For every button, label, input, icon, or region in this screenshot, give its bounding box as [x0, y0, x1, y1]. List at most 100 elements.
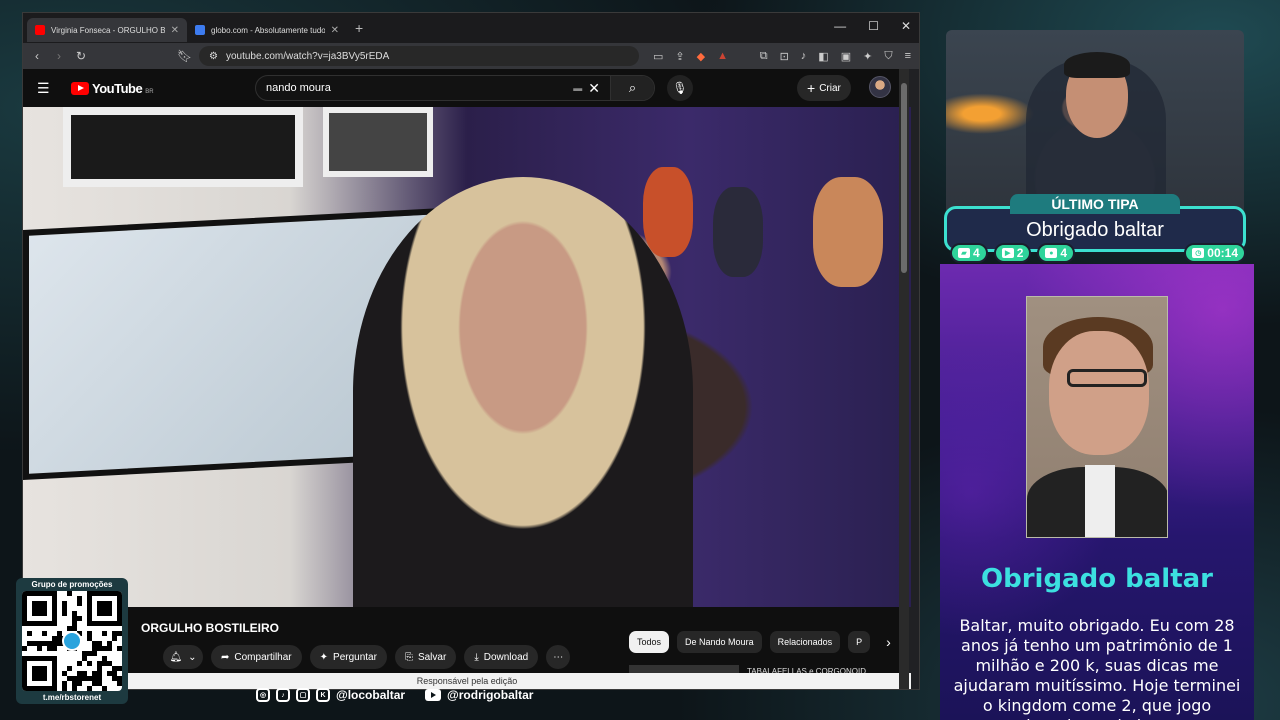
qr-finder-module [32, 601, 47, 616]
stat-chat: ▰ 4 [950, 243, 988, 263]
site-info-icon[interactable]: ⚙ [209, 51, 218, 62]
stat-value: 4 [1060, 246, 1068, 260]
tiktok-icon: ♪ [276, 688, 290, 702]
hamburger-menu-icon[interactable]: ☰ [37, 80, 57, 97]
chip-from-channel[interactable]: De Nando Moura [677, 631, 762, 653]
wallet-icon[interactable]: ▣ [841, 50, 851, 63]
voice-search-icon[interactable]: 🎙︎ [667, 75, 693, 101]
address-bar: ‹ › ↻ 🔖︎ ⚙ youtube.com/watch?v=ja3BVy5rE… [23, 43, 919, 69]
cast-icon[interactable]: ▭ [653, 50, 663, 63]
qr-module [117, 666, 122, 671]
video-player[interactable] [23, 107, 911, 607]
back-icon[interactable]: ‹ [31, 49, 43, 63]
create-label: Criar [819, 82, 841, 94]
qr-module [117, 646, 122, 651]
ask-button[interactable]: ✦ Perguntar [309, 645, 387, 669]
chevron-right-icon[interactable]: › [886, 634, 891, 650]
qr-finder-module [32, 666, 47, 681]
menu-icon[interactable]: ≡ [905, 50, 911, 63]
stream-stats: ▰ 4 ▶ 2 ● 4 ◷ 00:14 [950, 242, 1246, 264]
brave-shield-icon[interactable]: ◆ [697, 50, 705, 63]
share-label: Compartilhar [234, 651, 292, 663]
vpn-icon[interactable]: ⛉ [884, 50, 892, 63]
forward-icon[interactable]: › [53, 49, 65, 63]
mic-icon: ● [1045, 248, 1058, 258]
close-tab-icon[interactable]: ✕ [171, 25, 179, 36]
rewards-icon[interactable]: ▲ [717, 50, 728, 63]
search-button[interactable]: ⌕ [610, 76, 654, 100]
tip-meme-image [1026, 296, 1168, 538]
video-scene-guitar [713, 187, 763, 277]
qr-module [62, 686, 67, 691]
stat-value: 4 [973, 246, 980, 260]
qr-module [67, 666, 72, 671]
tip-message-body: Baltar, muito obrigado. Eu com 28 anos j… [953, 616, 1241, 720]
bell-icon: 🔔︎ [169, 651, 183, 663]
share-arrow-icon: ➦ [221, 651, 230, 663]
qr-module [117, 631, 122, 636]
globo-favicon-icon [195, 25, 205, 35]
screenshot-icon[interactable]: ⊡ [780, 50, 789, 63]
video-scene-frame [323, 107, 433, 177]
reload-icon[interactable]: ↻ [75, 49, 87, 63]
stat-timer: ◷ 00:14 [1184, 243, 1246, 263]
avatar[interactable] [869, 76, 891, 98]
window-controls: — ☐ ✕ [834, 19, 911, 33]
chip-related[interactable]: Relacionados [769, 631, 841, 653]
qr-finder-module [97, 601, 112, 616]
qr-module [37, 646, 42, 651]
youtube-icon [425, 689, 442, 701]
url-text: youtube.com/watch?v=ja3BVy5rEDA [225, 50, 390, 62]
timer-value: 00:14 [1207, 246, 1238, 260]
close-tab-icon[interactable]: ✕ [331, 25, 339, 36]
promo-qr-card: Grupo de promoções t.me/rbstorenet [16, 578, 128, 704]
chip-all[interactable]: Todos [629, 631, 670, 653]
video-scene-person [353, 177, 693, 607]
music-icon[interactable]: ♪ [801, 50, 807, 63]
leo-ai-icon[interactable]: ✦ [863, 50, 872, 63]
scrollbar[interactable] [899, 69, 909, 689]
webcam-streamer-hair [1064, 52, 1130, 78]
notifications-button[interactable]: 🔔︎ ⌄ [163, 645, 203, 669]
youtube-play-icon [71, 81, 89, 95]
stat-video: ▶ 2 [993, 243, 1032, 263]
download-button[interactable]: ⤓ Download [464, 645, 539, 669]
social-handle: @locobaltar [336, 688, 406, 702]
video-scene-guitar [813, 177, 883, 287]
share-button[interactable]: ➦ Compartilhar [211, 645, 302, 669]
youtube-logo-text: YouTube [92, 80, 143, 96]
qr-module [77, 681, 82, 686]
kick-icon: K [316, 688, 330, 702]
new-tab-icon[interactable]: + [355, 20, 363, 36]
sidebar-icon[interactable]: ◧ [818, 50, 828, 63]
share-icon[interactable]: ⇪ [675, 50, 684, 63]
maximize-icon[interactable]: ☐ [868, 19, 879, 33]
save-icon: ⎘ [404, 651, 413, 663]
tab-globo[interactable]: globo.com - Absolutamente tudo sobre not… [187, 18, 347, 42]
last-tip-banner: ÚLTIMO TIPA [1010, 194, 1180, 214]
country-code: BR [145, 88, 154, 95]
search-input[interactable]: nando moura [256, 82, 573, 94]
download-label: Download [483, 651, 529, 663]
keyboard-icon[interactable]: ▬ [573, 83, 582, 93]
next-video-thumbnail[interactable] [629, 665, 739, 673]
search-box: nando moura ▬ ✕ ⌕ [255, 75, 655, 101]
bookmark-icon[interactable]: 🔖︎ [177, 49, 192, 63]
close-window-icon[interactable]: ✕ [901, 19, 911, 33]
webcam-feed [946, 30, 1244, 216]
save-button[interactable]: ⎘ Salvar [394, 645, 457, 669]
scrollbar-thumb[interactable] [901, 83, 907, 273]
create-button[interactable]: + Criar [797, 75, 851, 101]
toolbar-icons: ⧉ ⊡ ♪ ◧ ▣ ✦ ⛉ ≡ [760, 50, 911, 63]
stat-value: 2 [1016, 246, 1024, 260]
promo-title: Grupo de promoções [31, 580, 113, 589]
chip-more[interactable]: P [848, 631, 871, 653]
url-field[interactable]: ⚙ youtube.com/watch?v=ja3BVy5rEDA [199, 46, 639, 66]
youtube-logo[interactable]: YouTube BR [71, 81, 154, 96]
extensions-icon[interactable]: ⧉ [760, 50, 768, 63]
more-actions-icon[interactable]: ⋯ [546, 645, 571, 669]
tab-youtube[interactable]: Virginia Fonseca - ORGULHO BOSTILEIRO ✕ [27, 18, 187, 42]
minimize-icon[interactable]: — [834, 19, 846, 33]
video-scene-frame [63, 107, 303, 187]
clear-search-icon[interactable]: ✕ [588, 80, 600, 97]
